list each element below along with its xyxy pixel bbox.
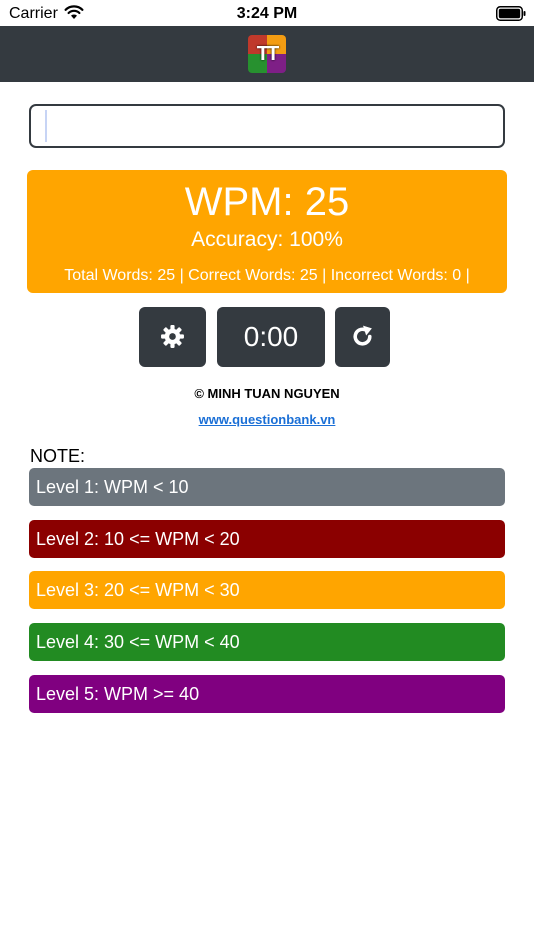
level-1-item: Level 1: WPM < 10: [29, 468, 505, 506]
timer-display: 0:00: [217, 307, 325, 367]
website-link[interactable]: www.questionbank.vn: [199, 412, 336, 427]
timer-value: 0:00: [243, 321, 299, 352]
note-title: NOTE:: [30, 446, 86, 466]
battery-icon: [496, 6, 526, 21]
refresh-icon: [353, 325, 372, 346]
level-5-item: Level 5: WPM >= 40: [29, 675, 505, 713]
word-stats: Total Words: 25 | Correct Words: 25 | In…: [64, 267, 470, 284]
copyright-text: © MINH TUAN NGUYEN: [194, 386, 340, 401]
result-card: WPM: 25 Accuracy: 100% Total Words: 25 |…: [27, 170, 507, 293]
wpm-value: WPM: 25: [184, 180, 350, 224]
level-2-item: Level 2: 10 <= WPM < 20: [29, 520, 505, 558]
text-caret: [45, 110, 47, 142]
level-4-item: Level 4: 30 <= WPM < 40: [29, 623, 505, 661]
website-link-wrapper: www.questionbank.vn: [0, 412, 534, 427]
app-screen: Carrier 3:24 PM TT WPM: 25 Accuracy: 100…: [0, 0, 534, 950]
accuracy-value: Accuracy: 100%: [191, 228, 343, 251]
app-header: TT: [0, 26, 534, 82]
level-3-item: Level 3: 20 <= WPM < 30: [29, 571, 505, 609]
gear-icon: [161, 325, 184, 348]
app-logo[interactable]: TT: [248, 35, 286, 73]
typing-input[interactable]: [29, 104, 505, 148]
logo-text: TT: [256, 43, 279, 65]
reset-button[interactable]: [335, 307, 390, 367]
status-bar: Carrier 3:24 PM: [0, 0, 534, 26]
status-time: 3:24 PM: [236, 5, 298, 22]
settings-button[interactable]: [139, 307, 206, 367]
